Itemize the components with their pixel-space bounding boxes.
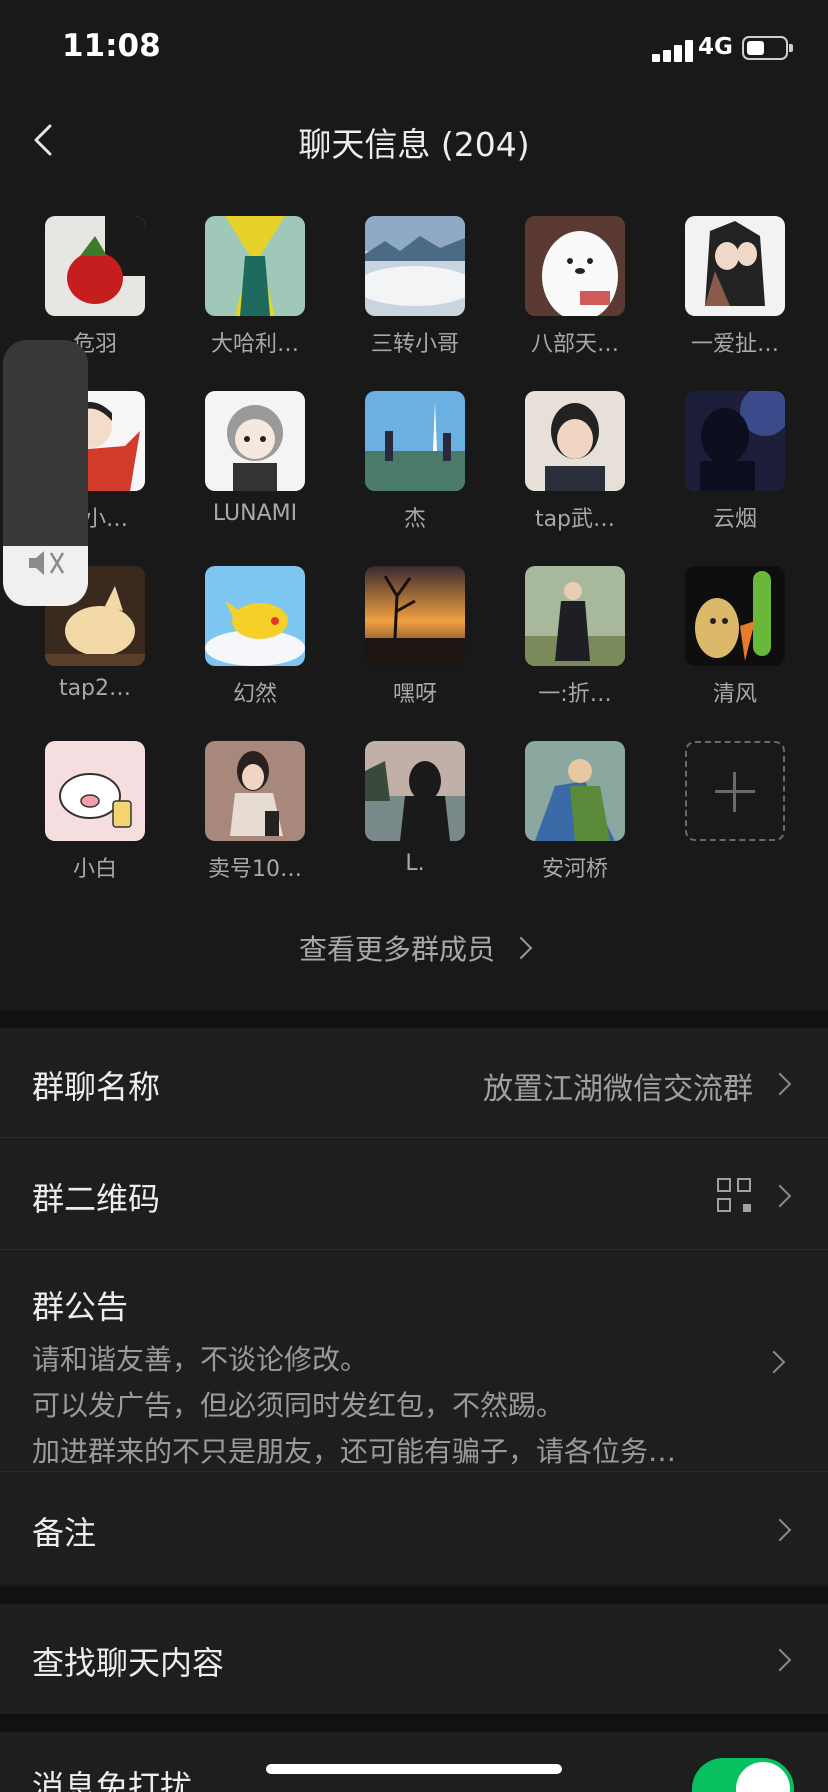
member-name: 卖号10… <box>208 857 302 882</box>
chevron-right-icon <box>768 1072 792 1096</box>
avatar <box>685 216 785 316</box>
member-item[interactable]: 八部天… <box>500 200 640 360</box>
member-name: tap武… <box>534 507 616 532</box>
chevron-right-icon <box>768 1184 792 1208</box>
member-name: tap2… <box>58 676 132 701</box>
member-item[interactable]: 一:折… <box>500 550 640 710</box>
group-qr-code-row[interactable]: 群二维码 <box>0 1138 828 1250</box>
chevron-right-icon <box>768 1648 792 1672</box>
view-more-label: 查看更多群成员 <box>298 933 495 966</box>
chevron-right-icon <box>768 1518 792 1542</box>
chevron-right-icon <box>509 936 533 960</box>
avatar <box>45 741 145 841</box>
member-item[interactable]: 幻然 <box>180 550 320 710</box>
member-item[interactable]: 云烟 <box>660 375 800 535</box>
chevron-right-icon <box>762 1350 786 1374</box>
do-not-disturb-row: 消息免打扰 <box>0 1732 828 1792</box>
section-divider <box>0 1586 828 1604</box>
section-divider <box>0 1010 828 1028</box>
member-name: 八部天… <box>530 332 619 357</box>
member-name: LUNAMI <box>212 501 298 526</box>
member-item[interactable]: 清风 <box>660 550 800 710</box>
member-item[interactable]: 一爱扯… <box>660 200 800 360</box>
status-time: 11:08 <box>62 28 161 64</box>
member-name: 三转小哥 <box>370 332 459 357</box>
member-name: L. <box>405 851 425 876</box>
group-notice-line: 请和谐友善，不谈论修改。 <box>32 1343 369 1376</box>
avatar <box>525 566 625 666</box>
section-divider <box>0 1714 828 1732</box>
member-item[interactable]: 三转小哥 <box>340 200 480 360</box>
member-name: 一爱扯… <box>690 332 779 357</box>
network-type: 4G <box>698 34 733 60</box>
avatar <box>205 741 305 841</box>
member-item[interactable]: LUNAMI <box>180 375 320 535</box>
member-item[interactable]: 嘿呀 <box>340 550 480 710</box>
signal-icon <box>652 40 694 62</box>
do-not-disturb-toggle[interactable] <box>692 1758 794 1792</box>
member-item[interactable]: 安河桥 <box>500 725 640 885</box>
qr-code-icon <box>717 1178 751 1212</box>
volume-hud <box>3 340 88 606</box>
avatar <box>365 391 465 491</box>
member-name: 嘿呀 <box>392 682 437 707</box>
view-more-members-link[interactable]: 查看更多群成员 <box>0 928 828 968</box>
battery-icon <box>742 36 793 60</box>
member-item[interactable]: L. <box>340 725 480 885</box>
member-name: 安河桥 <box>541 857 608 882</box>
group-name-value: 放置江湖微信交流群 <box>483 1072 753 1107</box>
avatar <box>525 216 625 316</box>
member-item[interactable]: 小白 <box>20 725 160 885</box>
remark-label: 备注 <box>32 1514 97 1552</box>
settings-section: 群聊名称 放置江湖微信交流群 群二维码 群公告 请和谐友善，不谈论修改。 可以发… <box>0 1028 828 1584</box>
mute-speaker-icon <box>29 551 65 575</box>
member-name: 大哈利… <box>210 332 299 357</box>
avatar <box>365 566 465 666</box>
nav-bar: 聊天信息 (204) <box>0 100 828 180</box>
avatar <box>685 566 785 666</box>
member-name: 幻然 <box>232 682 277 707</box>
home-indicator <box>266 1764 562 1774</box>
member-grid: 危羽 大哈利… 三转小哥 八部天… 一爱扯… 诗小… LUNAMI 杰 tap武… <box>0 200 828 1010</box>
member-name: 一:折… <box>538 682 612 707</box>
member-item[interactable]: 卖号10… <box>180 725 320 885</box>
avatar <box>525 741 625 841</box>
status-bar: 11:08 4G <box>0 0 828 100</box>
member-name: 小白 <box>72 857 117 882</box>
member-name: 云烟 <box>712 507 757 532</box>
member-item[interactable]: 杰 <box>340 375 480 535</box>
plus-icon[interactable] <box>685 741 785 841</box>
member-item[interactable]: 危羽 <box>20 200 160 360</box>
search-chat-label: 查找聊天内容 <box>32 1644 225 1682</box>
group-notice-line: 加进群来的不只是朋友，还可能有骗子，请各位务… <box>32 1435 677 1468</box>
member-name: 杰 <box>403 507 426 532</box>
avatar <box>525 391 625 491</box>
avatar <box>205 566 305 666</box>
avatar <box>365 741 465 841</box>
avatar <box>205 391 305 491</box>
member-item[interactable]: 大哈利… <box>180 200 320 360</box>
remark-row[interactable]: 备注 <box>0 1472 828 1584</box>
group-notice-label: 群公告 <box>32 1288 129 1326</box>
group-name-row[interactable]: 群聊名称 放置江湖微信交流群 <box>0 1028 828 1138</box>
group-notice-line: 可以发广告，但必须同时发红包，不然踢。 <box>32 1389 565 1422</box>
avatar <box>205 216 305 316</box>
avatar <box>365 216 465 316</box>
avatar <box>685 391 785 491</box>
group-notice-row[interactable]: 群公告 请和谐友善，不谈论修改。 可以发广告，但必须同时发红包，不然踢。 加进群… <box>0 1250 828 1472</box>
page-title: 聊天信息 (204) <box>298 125 530 164</box>
avatar <box>45 216 145 316</box>
group-name-label: 群聊名称 <box>32 1068 161 1106</box>
member-item[interactable]: tap武… <box>500 375 640 535</box>
search-chat-row[interactable]: 查找聊天内容 <box>0 1604 828 1714</box>
add-member-button[interactable] <box>660 725 800 885</box>
do-not-disturb-label: 消息免打扰 <box>32 1768 193 1792</box>
group-qr-code-label: 群二维码 <box>32 1180 161 1218</box>
member-name: 清风 <box>712 682 757 707</box>
